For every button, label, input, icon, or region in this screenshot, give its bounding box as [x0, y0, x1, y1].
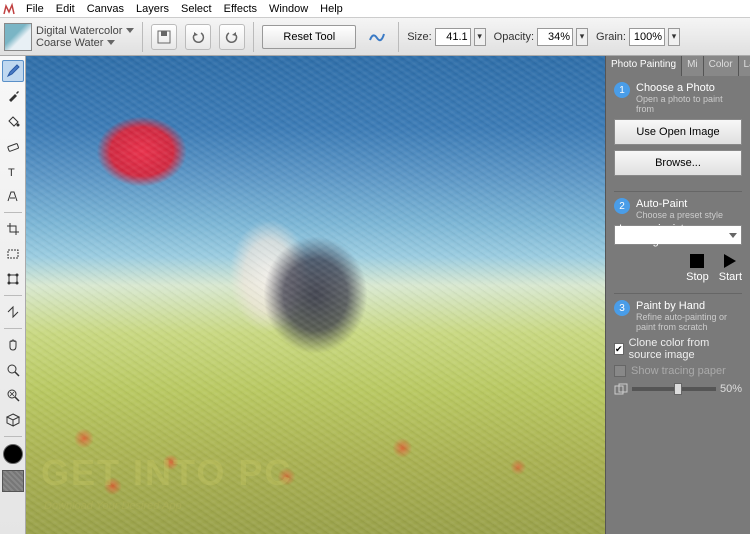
dropdown-icon: [126, 28, 134, 33]
separator: [4, 295, 22, 296]
step-badge-3: 3: [614, 300, 630, 316]
menu-bar: File Edit Canvas Layers Select Effects W…: [0, 0, 750, 18]
nav-tool[interactable]: [2, 409, 24, 431]
grain-input[interactable]: [629, 28, 665, 46]
menu-layers[interactable]: Layers: [130, 2, 175, 16]
grain-label: Grain:: [596, 31, 626, 43]
dropdown-icon: [729, 233, 737, 238]
step3-subtitle: Refine auto-painting or paint from scrat…: [636, 312, 742, 332]
menu-edit[interactable]: Edit: [50, 2, 81, 16]
separator: [614, 191, 742, 192]
tracing-opacity-slider[interactable]: [632, 387, 716, 391]
divider: [253, 22, 254, 52]
step-badge-2: 2: [614, 198, 630, 214]
step2-subtitle: Choose a preset style: [636, 210, 723, 220]
size-dropdown[interactable]: ▾: [474, 28, 486, 46]
tab-mixer[interactable]: Mi: [682, 56, 704, 76]
start-button[interactable]: Start: [719, 253, 742, 283]
freehand-stroke-icon[interactable]: [364, 24, 390, 50]
photo-painting-panel: Photo Painting Mi Color Lay 1 Choose a P…: [605, 56, 750, 534]
watermark-subtext: Download Your Desired App: [44, 500, 182, 512]
browse-button[interactable]: Browse...: [614, 150, 742, 176]
tracing-opacity-value: 50%: [720, 383, 742, 395]
dropdown-icon: [107, 40, 115, 45]
watermark-text: GET INTO PC: [41, 452, 292, 494]
play-icon: [722, 253, 738, 269]
panel-tabs: Photo Painting Mi Color Lay: [606, 56, 750, 76]
menu-window[interactable]: Window: [263, 2, 314, 16]
magnifier-tool[interactable]: [2, 359, 24, 381]
separator: [4, 328, 22, 329]
menu-effects[interactable]: Effects: [218, 2, 263, 16]
stop-icon: [689, 253, 705, 269]
eraser-tool[interactable]: [2, 135, 24, 157]
save-button[interactable]: [151, 24, 177, 50]
slider-thumb[interactable]: [674, 383, 682, 395]
canvas[interactable]: GET INTO PC Download Your Desired App: [26, 56, 605, 534]
clone-color-label: Clone color from source image: [629, 337, 742, 361]
text-tool[interactable]: T: [2, 160, 24, 182]
preset-value: Impressionist Painting: [619, 223, 725, 247]
start-label: Start: [719, 271, 742, 283]
tab-photo-painting[interactable]: Photo Painting: [606, 56, 682, 76]
opacity-input[interactable]: [537, 28, 573, 46]
menu-help[interactable]: Help: [314, 2, 349, 16]
property-bar: Digital Watercolor Coarse Water Reset To…: [0, 18, 750, 56]
selection-tool[interactable]: [2, 243, 24, 265]
clone-color-checkbox[interactable]: ✔: [614, 343, 624, 355]
brush-swatch-icon: [4, 23, 32, 51]
divider: [142, 22, 143, 52]
paint-bucket-tool[interactable]: [2, 110, 24, 132]
step3-title: Paint by Hand: [636, 300, 742, 312]
use-open-image-button[interactable]: Use Open Image: [614, 119, 742, 145]
pen-tool[interactable]: [2, 185, 24, 207]
step-paint-by-hand: 3 Paint by Hand Refine auto-painting or …: [614, 300, 742, 395]
tracing-paper-checkbox[interactable]: [614, 365, 626, 377]
rotate-tool[interactable]: [2, 384, 24, 406]
menu-select[interactable]: Select: [175, 2, 218, 16]
separator: [4, 212, 22, 213]
color-well[interactable]: [3, 444, 23, 464]
grain-dropdown[interactable]: ▾: [668, 28, 680, 46]
transform-tool[interactable]: [2, 268, 24, 290]
step1-title: Choose a Photo: [636, 82, 742, 94]
step-auto-paint: 2 Auto-Paint Choose a preset style Impre…: [614, 198, 742, 283]
tab-layers[interactable]: Lay: [739, 56, 750, 76]
step2-title: Auto-Paint: [636, 198, 723, 210]
tab-color[interactable]: Color: [704, 56, 739, 76]
redo-button[interactable]: [219, 24, 245, 50]
stop-button[interactable]: Stop: [686, 253, 709, 283]
paper-selector[interactable]: [2, 470, 24, 492]
separator: [4, 436, 22, 437]
step-badge-1: 1: [614, 82, 630, 98]
grabber-tool[interactable]: [2, 334, 24, 356]
separator: [614, 293, 742, 294]
divider: [398, 22, 399, 52]
brush-tool[interactable]: [2, 60, 24, 82]
size-input[interactable]: [435, 28, 471, 46]
step-choose-photo: 1 Choose a Photo Open a photo to paint f…: [614, 82, 742, 181]
opacity-dropdown[interactable]: ▾: [576, 28, 588, 46]
step1-subtitle: Open a photo to paint from: [636, 94, 742, 114]
size-label: Size:: [407, 31, 431, 43]
tracing-paper-label: Show tracing paper: [631, 365, 726, 377]
tracing-icon: [614, 383, 628, 395]
toolbox: T: [0, 56, 26, 534]
app-logo-icon: [2, 2, 16, 16]
svg-text:T: T: [8, 167, 15, 179]
preset-style-select[interactable]: Impressionist Painting: [614, 225, 742, 245]
dropper-tool[interactable]: [2, 85, 24, 107]
undo-button[interactable]: [185, 24, 211, 50]
brush-category: Digital Watercolor: [36, 25, 122, 37]
opacity-label: Opacity:: [494, 31, 534, 43]
reset-tool-button[interactable]: Reset Tool: [262, 25, 356, 49]
crop-tool[interactable]: [2, 218, 24, 240]
stop-label: Stop: [686, 271, 709, 283]
brush-variant: Coarse Water: [36, 37, 103, 49]
divine-proportion-tool[interactable]: [2, 301, 24, 323]
brush-selector[interactable]: Digital Watercolor Coarse Water: [4, 23, 134, 51]
menu-file[interactable]: File: [20, 2, 50, 16]
menu-canvas[interactable]: Canvas: [81, 2, 130, 16]
